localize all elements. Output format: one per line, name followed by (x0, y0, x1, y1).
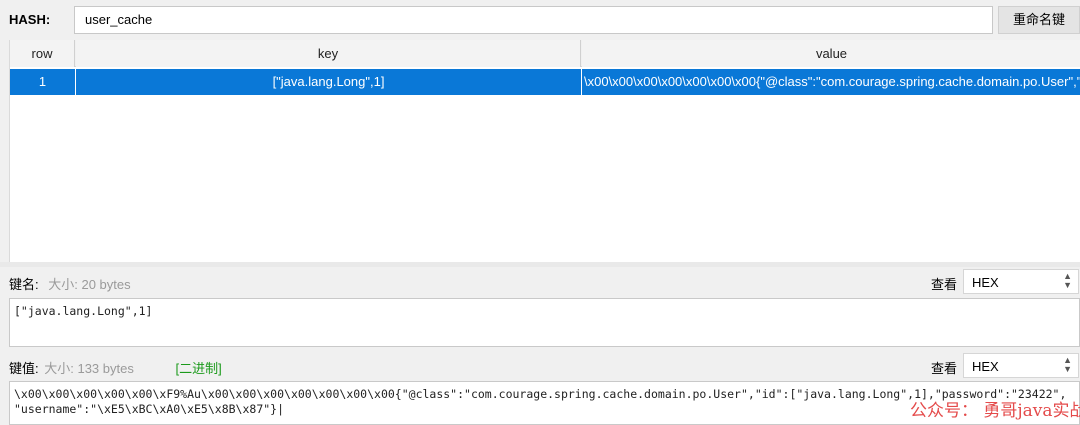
key-name-label: 键名: 大小: 20 bytes (9, 274, 131, 293)
hash-table: row key value 1 ["java.lang.Long",1] \x0… (9, 40, 1080, 262)
binary-tag: [二进制] (175, 361, 222, 376)
updown-arrows-icon: ▲ ▼ (1063, 271, 1072, 290)
column-header-value[interactable]: value (582, 40, 1080, 67)
hash-label: HASH: (9, 12, 51, 27)
key-format-value: HEX (972, 275, 999, 290)
table-row[interactable]: 1 ["java.lang.Long",1] \x00\x00\x00\x00\… (10, 69, 1080, 95)
key-content-textarea[interactable]: ["java.lang.Long",1] (9, 298, 1080, 347)
column-header-row[interactable]: row (10, 40, 75, 67)
table-header: row key value (10, 40, 1080, 67)
row-number-cell[interactable]: 1 (10, 69, 75, 95)
column-header-key[interactable]: key (76, 40, 581, 67)
key-view-label: 查看 (931, 277, 958, 292)
key-cell[interactable]: ["java.lang.Long",1] (76, 69, 581, 95)
key-format-select[interactable]: HEX ▲ ▼ (963, 269, 1079, 294)
key-size-text: 大小: 20 bytes (48, 277, 131, 292)
hash-key-input[interactable]: user_cache (74, 6, 993, 34)
value-label: 键值: 大小: 133 bytes [二进制] (9, 358, 222, 377)
value-format-select[interactable]: HEX ▲ ▼ (963, 353, 1079, 378)
value-cell[interactable]: \x00\x00\x00\x00\x00\x00\x00{"@class":"c… (582, 69, 1080, 95)
splitter[interactable] (0, 262, 1080, 267)
rename-key-button[interactable]: 重命名键 (998, 6, 1080, 34)
value-size-text: 大小: 133 bytes (44, 361, 134, 376)
key-name-label-text: 键名: (9, 277, 39, 292)
value-view-label: 查看 (931, 361, 958, 376)
watermark: 公众号： 勇哥java实战分享 (910, 401, 1080, 421)
value-label-text: 键值: (9, 361, 39, 376)
updown-arrows-icon: ▲ ▼ (1063, 355, 1072, 374)
value-format-value: HEX (972, 359, 999, 374)
